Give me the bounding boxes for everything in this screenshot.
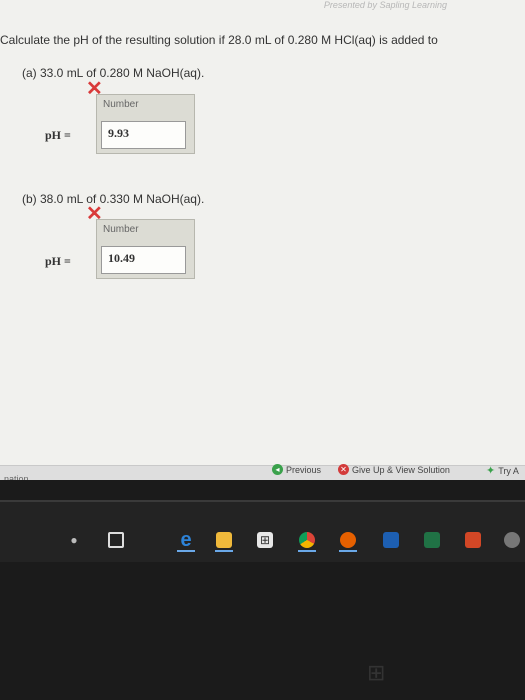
try-again-button[interactable]: ✦ Try A xyxy=(486,464,519,477)
give-up-label: Give Up & View Solution xyxy=(352,464,450,475)
footer-left-text: nation xyxy=(4,474,29,480)
browser-screen: Presented by Sapling Learning Calculate … xyxy=(0,0,525,480)
try-again-label: Try A xyxy=(498,465,519,476)
active-app-indicator xyxy=(298,550,316,552)
number-header: Number xyxy=(103,99,139,110)
number-header: Number xyxy=(103,224,139,235)
active-app-indicator xyxy=(215,550,233,552)
active-app-indicator xyxy=(339,550,357,552)
edge-icon[interactable]: e xyxy=(178,529,194,551)
ph-answer-input-b[interactable]: 10.49 xyxy=(101,246,186,274)
ph-label: pH = xyxy=(45,254,71,268)
windows-taskbar: ● e ⊞ xyxy=(0,500,525,562)
microphone-icon[interactable]: ● xyxy=(66,532,82,548)
chrome-icon[interactable] xyxy=(299,532,315,548)
ph-label: pH = xyxy=(45,128,71,142)
powerpoint-icon[interactable] xyxy=(465,532,481,548)
answer-box-b: Number 10.49 xyxy=(96,219,195,279)
file-explorer-icon[interactable] xyxy=(216,532,232,548)
answer-box-a: Number 9.93 xyxy=(96,94,195,154)
firefox-icon[interactable] xyxy=(340,532,356,548)
previous-button[interactable]: ◂ Previous xyxy=(272,464,321,475)
extra-app-icon[interactable] xyxy=(504,532,520,548)
task-view-icon[interactable] xyxy=(108,532,124,548)
outlook-icon[interactable] xyxy=(383,532,399,548)
give-up-button[interactable]: ✕ Give Up & View Solution xyxy=(338,464,450,475)
part-a-label: (a) 33.0 mL of 0.280 M NaOH(aq). xyxy=(22,66,205,80)
ph-answer-input-a[interactable]: 9.93 xyxy=(101,121,186,149)
windows-logo-icon: ⊞ xyxy=(367,660,386,685)
arrow-left-icon: ◂ xyxy=(272,464,283,475)
sapling-credit: Presented by Sapling Learning xyxy=(323,0,447,10)
leaf-icon: ✦ xyxy=(486,465,496,477)
part-b-label: (b) 38.0 mL of 0.330 M NaOH(aq). xyxy=(22,192,205,206)
active-app-indicator xyxy=(177,550,195,552)
store-icon[interactable]: ⊞ xyxy=(257,532,273,548)
excel-icon[interactable] xyxy=(424,532,440,548)
previous-label: Previous xyxy=(286,464,322,475)
give-up-icon: ✕ xyxy=(338,464,349,475)
question-text: Calculate the pH of the resulting soluti… xyxy=(0,33,438,47)
